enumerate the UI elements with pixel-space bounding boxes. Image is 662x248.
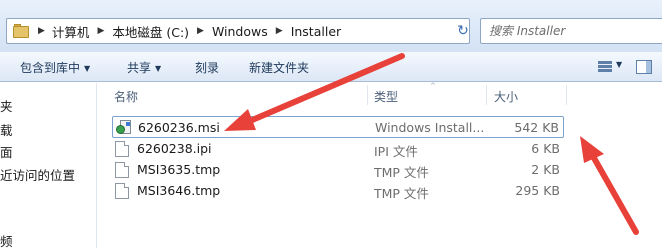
file-type: TMP 文件	[374, 165, 429, 180]
file-size: 295 KB	[515, 183, 560, 198]
breadcrumb-installer[interactable]: Installer	[291, 24, 341, 39]
column-divider[interactable]	[367, 85, 368, 105]
chevron-down-icon: ▼	[155, 64, 162, 73]
file-icon	[115, 183, 129, 199]
include-in-library-button[interactable]: 包含到库中 ▼	[20, 59, 90, 76]
file-icon	[115, 141, 129, 157]
chevron-down-icon: ▼	[84, 64, 91, 73]
pane-divider[interactable]	[96, 83, 97, 248]
refresh-icon[interactable]: ↻	[452, 19, 474, 43]
nav-item-favorites[interactable]: 夹	[0, 96, 13, 115]
column-header-size[interactable]: 大小	[494, 88, 518, 105]
file-type: Windows Install...	[375, 120, 485, 135]
column-header-type[interactable]: 类型	[374, 88, 398, 105]
view-options-icon[interactable]	[598, 61, 612, 73]
breadcrumb-separator-icon[interactable]: ▶	[276, 26, 283, 36]
nav-item-videos[interactable]: 频	[0, 231, 13, 248]
file-icon	[115, 162, 129, 178]
file-name: 6260236.msi	[138, 120, 220, 135]
column-divider[interactable]	[486, 85, 487, 105]
file-row[interactable]: MSI3635.tmp TMP 文件 2 KB	[112, 159, 564, 181]
breadcrumb-computer[interactable]: 计算机	[52, 22, 90, 41]
breadcrumb-separator-icon[interactable]: ▶	[97, 26, 104, 36]
nav-item-downloads[interactable]: 载	[0, 120, 13, 139]
breadcrumb-windows[interactable]: Windows	[212, 24, 268, 39]
burn-button[interactable]: 刻录	[195, 59, 219, 76]
address-bar-row: ▶ 计算机 ▶ 本地磁盘 (C:) ▶ Windows ▶ Installer …	[0, 0, 662, 52]
file-name: MSI3635.tmp	[137, 162, 221, 177]
nav-item-recent-places[interactable]: 近访问的位置	[0, 165, 75, 184]
column-header-name[interactable]: 名称	[114, 88, 138, 105]
file-name: MSI3646.tmp	[137, 183, 221, 198]
address-bar[interactable]: ▶ 计算机 ▶ 本地磁盘 (C:) ▶ Windows ▶ Installer	[6, 18, 470, 44]
command-toolbar: 包含到库中 ▼ 共享 ▼ 刻录 新建文件夹 ▼	[0, 52, 662, 82]
file-type: IPI 文件	[374, 144, 418, 159]
file-size: 542 KB	[514, 120, 559, 135]
file-row[interactable]: 6260236.msi Windows Install... 542 KB	[112, 116, 564, 138]
breadcrumb-local-disk[interactable]: 本地磁盘 (C:)	[112, 22, 189, 41]
breadcrumb-separator-icon[interactable]: ▶	[197, 26, 204, 36]
file-name: 6260238.ipi	[137, 141, 212, 156]
breadcrumb-separator-icon[interactable]: ▶	[38, 26, 45, 36]
file-size: 6 KB	[531, 141, 560, 156]
navigation-pane: 夹 载 面 近访问的位置 频	[0, 83, 96, 248]
preview-pane-icon[interactable]	[636, 60, 652, 74]
share-button[interactable]: 共享 ▼	[127, 59, 161, 76]
file-size: 2 KB	[531, 162, 560, 177]
search-field[interactable]	[480, 18, 662, 44]
column-divider[interactable]	[566, 85, 567, 105]
chevron-down-icon[interactable]: ▼	[616, 60, 622, 69]
sort-indicator-icon: ^	[430, 82, 436, 90]
new-folder-button[interactable]: 新建文件夹	[249, 59, 309, 76]
nav-item-desktop[interactable]: 面	[0, 142, 13, 161]
annotation-arrow	[580, 136, 639, 235]
msi-installer-icon	[116, 119, 132, 136]
search-input[interactable]	[489, 24, 649, 38]
file-row[interactable]: MSI3646.tmp TMP 文件 295 KB	[112, 180, 564, 202]
file-type: TMP 文件	[374, 186, 429, 201]
folder-icon	[13, 24, 29, 38]
file-row[interactable]: 6260238.ipi IPI 文件 6 KB	[112, 138, 564, 160]
file-list-header: 名称 ^ 类型 大小	[106, 82, 662, 107]
